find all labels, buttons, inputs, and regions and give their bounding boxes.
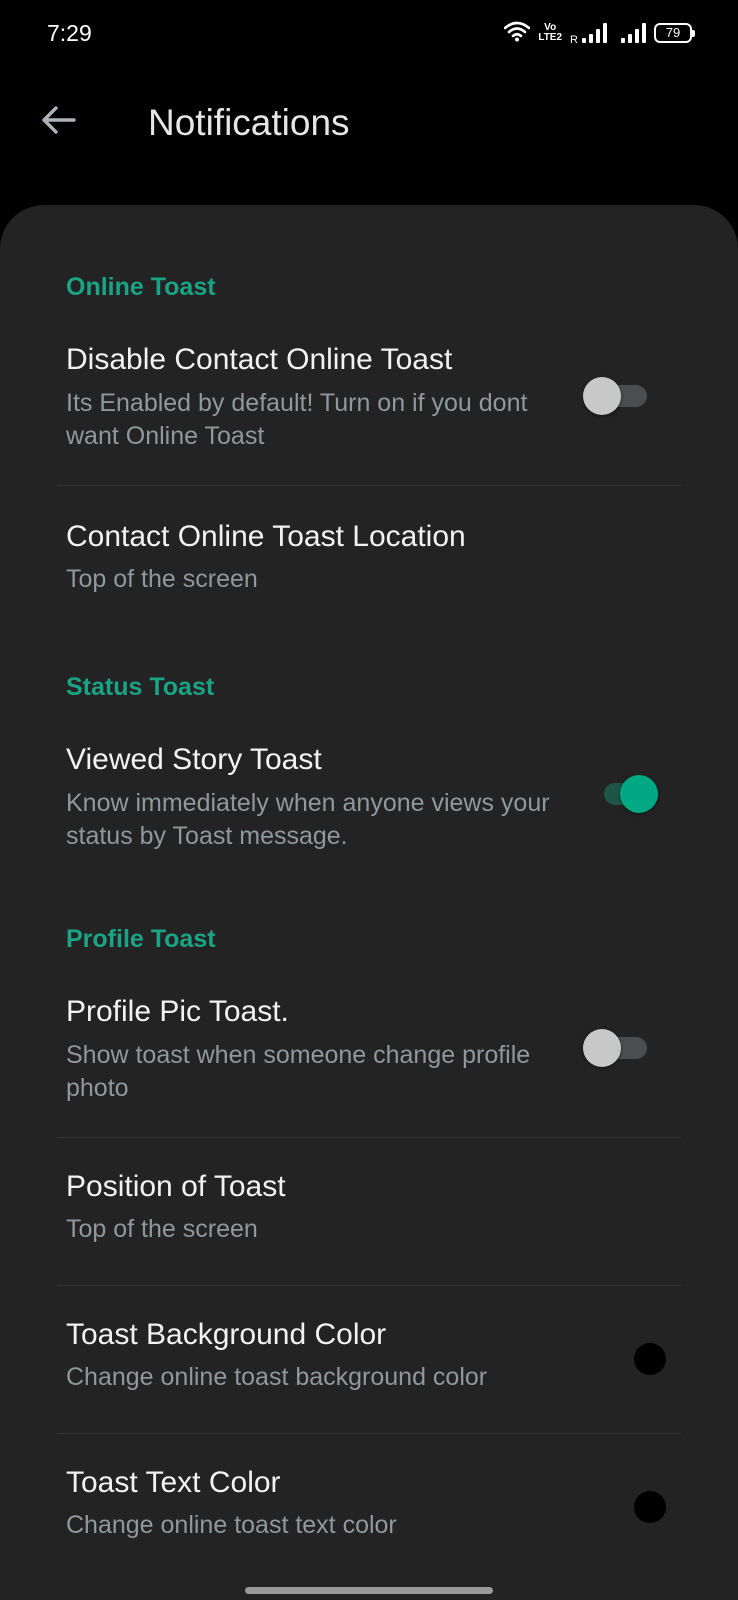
roaming-indicator: R [570,34,578,46]
switch-thumb [620,775,658,813]
arrow-left-icon [40,105,76,140]
disable-online-toast-switch[interactable] [583,375,651,415]
volte-bottom: LTE2 [538,32,563,43]
pref-position-of-toast[interactable]: Position of Toast Top of the screen [0,1155,738,1285]
background-color-swatch[interactable] [634,1343,666,1375]
settings-list: Online Toast Disable Contact Online Toas… [0,205,738,1600]
switch-thumb [583,1029,621,1067]
screen: 7:29 Vo LTE2 R 79 Notifications Online T… [0,0,738,1600]
divider [57,1433,681,1434]
signal-icon-sim1 [582,23,607,43]
text-color-swatch[interactable] [634,1491,666,1523]
section-header-profile-toast: Profile Toast [66,925,216,953]
divider [57,485,681,486]
home-indicator[interactable] [245,1587,493,1594]
pref-contact-online-toast-location[interactable]: Contact Online Toast Location Top of the… [0,505,738,615]
section-header-status-toast: Status Toast [66,673,215,701]
volte-icon: Vo LTE2 [538,23,562,43]
status-time: 7:29 [47,20,92,46]
wifi-icon [504,20,531,47]
pref-toast-text-color[interactable]: Toast Text Color Change online toast tex… [0,1451,738,1581]
page-title: Notifications [148,102,350,143]
switch-thumb [583,377,621,415]
profile-pic-toast-switch[interactable] [583,1027,651,1067]
battery-icon: 79 [654,23,695,43]
status-bar: 7:29 Vo LTE2 R 79 [0,0,738,70]
pref-summary: Change online toast text color [66,1511,397,1539]
signal-icon-sim2 [621,23,646,43]
pref-title: Viewed Story Toast [66,743,322,776]
pref-summary: Top of the screen [66,565,258,593]
pref-summary: Top of the screen [66,1215,258,1243]
pref-title: Position of Toast [66,1170,286,1203]
divider [57,1137,681,1138]
pref-viewed-story-toast[interactable]: Viewed Story Toast Know immediately when… [0,735,738,875]
section-header-online-toast: Online Toast [66,273,216,301]
viewed-story-toast-switch[interactable] [590,773,658,813]
pref-summary: Show toast when someone change profile p… [66,1041,531,1102]
pref-summary: Change online toast background color [66,1363,488,1391]
pref-disable-contact-online-toast[interactable]: Disable Contact Online Toast Its Enabled… [0,335,738,485]
pref-toast-background-color[interactable]: Toast Background Color Change online toa… [0,1303,738,1433]
pref-summary: Know immediately when anyone views your … [66,789,550,850]
app-bar: Notifications [0,70,738,180]
pref-title: Profile Pic Toast. [66,995,289,1028]
status-icons: Vo LTE2 R 79 [504,20,695,47]
back-button[interactable] [30,94,86,150]
pref-title: Disable Contact Online Toast [66,343,453,376]
pref-title: Contact Online Toast Location [66,520,466,553]
pref-summary: Its Enabled by default! Turn on if you d… [66,389,528,450]
pref-profile-pic-toast[interactable]: Profile Pic Toast. Show toast when someo… [0,987,738,1137]
pref-title: Toast Text Color [66,1466,281,1499]
pref-title: Toast Background Color [66,1318,387,1351]
divider [57,1285,681,1286]
